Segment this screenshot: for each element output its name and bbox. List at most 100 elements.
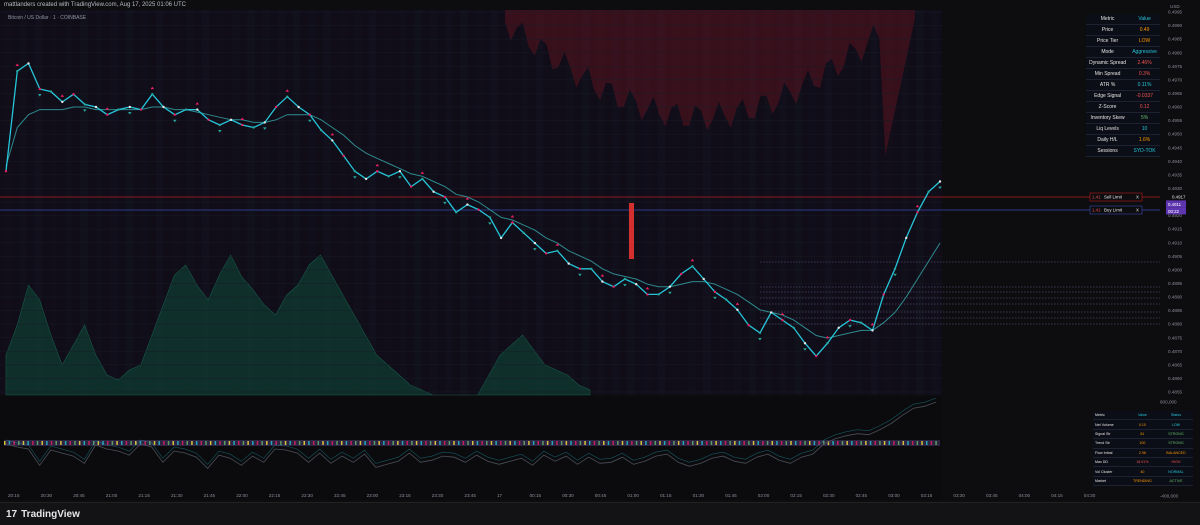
metrics-row: Dynamic Spread 2.46%: [1086, 57, 1160, 69]
price-tick-label: 0.4905: [1168, 254, 1182, 259]
oscillator-pane: [0, 396, 942, 500]
price-point: [241, 123, 244, 127]
background-band: [4, 10, 12, 395]
signal-tick: [266, 441, 268, 445]
metrics-header-row: Metric Value: [1086, 14, 1160, 25]
signal-tick: [36, 441, 39, 445]
metrics-row: Price Tier LOW: [1086, 35, 1160, 47]
signal-tick: [518, 441, 521, 445]
signal-tick: [163, 441, 165, 445]
signal-tick: [640, 441, 642, 445]
metric-name: Dynamic Spread: [1086, 57, 1130, 69]
signal-tick: [186, 441, 189, 445]
signal-tick: [228, 441, 231, 445]
signal-tick: [457, 441, 460, 445]
metric-name: Liq Levels: [1086, 123, 1130, 135]
signal-tick: [542, 441, 544, 445]
signal-tick: [734, 441, 736, 445]
price-point: [680, 272, 683, 276]
time-tick-label: 02:30: [823, 493, 835, 498]
price-point: [286, 95, 289, 98]
status-metric-value: 81: [1125, 429, 1159, 440]
signal-tick: [294, 441, 296, 445]
signal-tick: [724, 441, 727, 445]
signal-tick: [420, 441, 423, 445]
tv-mark-icon: 17: [6, 509, 18, 520]
price-tick-label: 0.4945: [1168, 145, 1182, 150]
price-point: [803, 342, 807, 345]
metric-name: Z-Score: [1086, 101, 1130, 113]
time-tick-label: 22:30: [301, 493, 313, 498]
oscillator-tick-label: -400,000: [1160, 494, 1179, 499]
price-point: [353, 170, 356, 173]
signal-tick: [78, 441, 81, 445]
signal-tick: [401, 441, 404, 445]
metrics-row: Edge Signal -0.0337: [1086, 90, 1160, 102]
signal-tick: [83, 441, 86, 445]
price-point: [432, 190, 435, 193]
oscillator-tick-label: 600,000: [1160, 400, 1177, 405]
status-table: Metric Value Status Net Volume 0.10 LOW Signal…: [1093, 411, 1193, 487]
price-point: [635, 283, 638, 286]
chart-svg[interactable]: 1.41Sell LimitX0.49171.41Buy LimitX0.491…: [0, 0, 1200, 502]
status-row: Flow Imbal 2.96 BALANCED: [1093, 448, 1193, 458]
signal-tick: [434, 441, 437, 445]
background-band: [414, 10, 422, 395]
time-tick-label: 04:30: [1084, 493, 1096, 498]
metric-value: 10: [1129, 123, 1160, 135]
signal-tick: [570, 441, 572, 445]
status-metric-name: Net Volume: [1093, 419, 1126, 430]
price-tick-label: 0.4855: [1168, 390, 1182, 395]
signal-tick: [603, 441, 605, 445]
price-tick-label: 0.4860: [1168, 376, 1182, 381]
price-point: [49, 90, 53, 93]
signal-tick: [874, 441, 876, 445]
signal-tick: [537, 441, 540, 445]
signal-tick: [116, 441, 118, 445]
price-point: [792, 326, 795, 329]
price-point: [27, 62, 30, 65]
metric-value: 0.12: [1129, 101, 1160, 113]
price-point: [522, 231, 525, 234]
status-metric-name: Trend Str: [1093, 438, 1126, 449]
signal-tick: [748, 441, 750, 445]
signal-tick: [659, 441, 661, 445]
signal-tick: [359, 441, 362, 445]
price-point: [274, 105, 278, 109]
price-tick-label: 0.4865: [1168, 362, 1182, 367]
signal-tick: [523, 441, 525, 445]
signal-tick: [762, 441, 764, 445]
signal-tick: [579, 441, 582, 445]
signal-tick: [308, 441, 310, 445]
status-header-cell: Value: [1125, 411, 1159, 421]
signal-tick: [74, 441, 76, 445]
status-metric-name: Max DD: [1093, 457, 1126, 468]
chart-canvas[interactable]: 1.41Sell LimitX0.49171.41Buy LimitX0.491…: [0, 0, 1200, 524]
time-tick-label: 00:15: [530, 493, 542, 498]
signal-tick: [837, 441, 839, 445]
time-tick-label: 20:45: [73, 493, 85, 498]
signal-tick: [832, 441, 834, 445]
time-tick-label: 01:45: [725, 493, 737, 498]
metrics-header-cell: Value: [1129, 14, 1160, 25]
signal-tick: [280, 441, 282, 445]
price-point: [488, 216, 492, 219]
signal-tick: [303, 441, 306, 445]
time-tick-label: 17: [497, 493, 503, 498]
signal-tick: [556, 441, 558, 445]
signal-tick: [902, 441, 905, 445]
price-point: [466, 203, 469, 206]
signal-tick: [50, 441, 53, 445]
time-tick-label: 03:45: [986, 493, 998, 498]
price-point: [871, 329, 874, 332]
signal-tick: [439, 441, 441, 445]
signal-tick: [429, 441, 432, 445]
signal-tick: [223, 441, 226, 445]
price-point: [578, 267, 582, 270]
price-point: [590, 267, 593, 270]
metrics-row: ATR % 0.11%: [1086, 79, 1160, 91]
tradingview-logo[interactable]: 17 TradingView: [6, 509, 80, 520]
price-tick-label: 0.4995: [1168, 10, 1182, 15]
price-point: [218, 123, 221, 127]
metrics-row: Price 0.49: [1086, 24, 1160, 36]
